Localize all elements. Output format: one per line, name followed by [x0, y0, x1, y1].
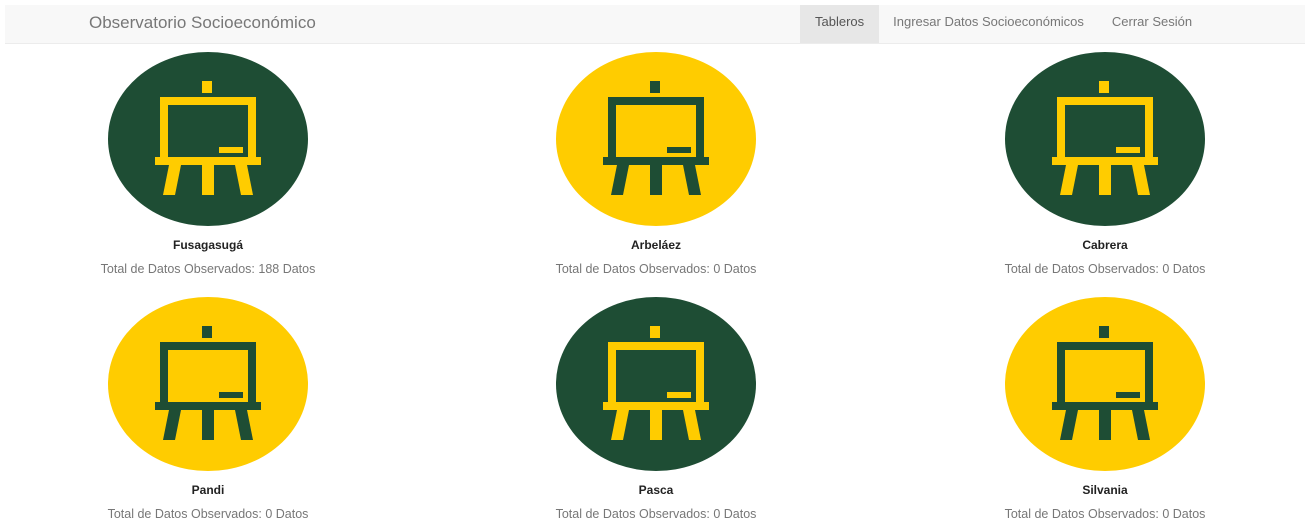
board-name: Cabrera [1082, 238, 1128, 252]
board-circle-button[interactable] [1005, 52, 1205, 226]
nav-item-cerrar-sesion[interactable]: Cerrar Sesión [1098, 5, 1206, 43]
easel-board-icon [603, 326, 709, 440]
board-count: Total de Datos Observados: 0 Datos [555, 507, 757, 521]
board-card: Cabrera Total de Datos Observados: 0 Dat… [905, 52, 1305, 277]
board-name: Pasca [638, 483, 674, 497]
easel-board-icon [155, 81, 261, 195]
board-circle-button[interactable] [556, 297, 756, 471]
navbar-brand[interactable]: Observatorio Socioeconómico [89, 5, 316, 43]
board-circle-button[interactable] [1005, 297, 1205, 471]
nav-item-ingresar-datos[interactable]: Ingresar Datos Socioeconómicos [879, 5, 1098, 43]
board-name: Silvania [1082, 483, 1128, 497]
nav-item-tableros[interactable]: Tableros [800, 5, 880, 43]
board-name: Pandi [191, 483, 225, 497]
board-count: Total de Datos Observados: 0 Datos [1004, 507, 1206, 521]
board-card: Pasca Total de Datos Observados: 0 Datos [456, 297, 856, 522]
board-name: Arbeláez [630, 238, 682, 252]
board-circle-button[interactable] [108, 297, 308, 471]
navbar-menu: Tableros Ingresar Datos Socioeconómicos … [800, 5, 1206, 43]
board-circle-button[interactable] [556, 52, 756, 226]
board-card: Fusagasugá Total de Datos Observados: 18… [8, 52, 408, 277]
easel-board-icon [1052, 81, 1158, 195]
board-count: Total de Datos Observados: 0 Datos [107, 507, 309, 521]
board-card: Arbeláez Total de Datos Observados: 0 Da… [456, 52, 856, 277]
board-card: Silvania Total de Datos Observados: 0 Da… [905, 297, 1305, 522]
board-circle-button[interactable] [108, 52, 308, 226]
board-card: Pandi Total de Datos Observados: 0 Datos [8, 297, 408, 522]
easel-board-icon [155, 326, 261, 440]
board-count: Total de Datos Observados: 188 Datos [100, 262, 316, 276]
top-navbar: Observatorio Socioeconómico Tableros Ing… [5, 5, 1305, 44]
board-count: Total de Datos Observados: 0 Datos [1004, 262, 1206, 276]
easel-board-icon [603, 81, 709, 195]
board-count: Total de Datos Observados: 0 Datos [555, 262, 757, 276]
board-name: Fusagasugá [172, 238, 244, 252]
easel-board-icon [1052, 326, 1158, 440]
